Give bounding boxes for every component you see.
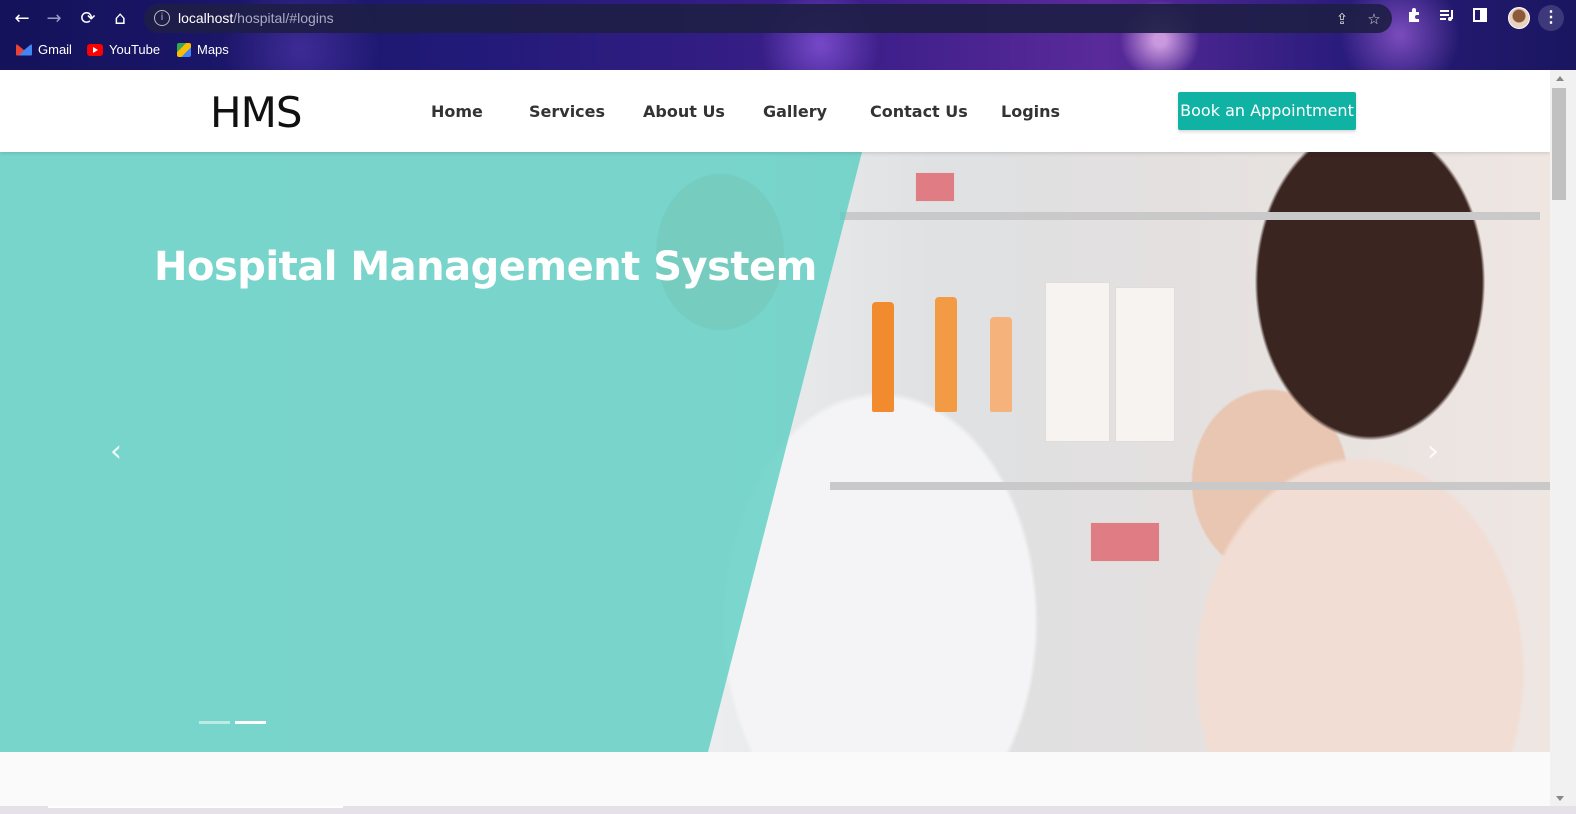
address-url[interactable]: localhost/hospital/#logins bbox=[178, 10, 334, 26]
product-box bbox=[915, 172, 955, 202]
extensions-puzzle-icon[interactable] bbox=[1403, 7, 1425, 29]
content-section bbox=[0, 752, 1550, 814]
hero-title: Hospital Management System bbox=[154, 244, 817, 290]
nav-about-us[interactable]: About Us bbox=[643, 102, 725, 121]
shelf bbox=[830, 482, 1550, 490]
gmail-icon bbox=[16, 43, 32, 56]
site-logo[interactable]: HMS bbox=[210, 92, 302, 134]
nav-contact-us[interactable]: Contact Us bbox=[870, 102, 968, 121]
carousel-prev-icon[interactable]: ‹ bbox=[101, 437, 131, 467]
scroll-up-icon[interactable] bbox=[1556, 76, 1564, 81]
page-viewport: HMS Home Services About Us Gallery Conta… bbox=[0, 70, 1550, 814]
scroll-thumb[interactable] bbox=[1552, 88, 1566, 200]
carousel-indicator-1[interactable] bbox=[199, 721, 230, 724]
taskbar-highlight bbox=[48, 806, 343, 808]
hero-carousel: Hospital Management System ‹ › bbox=[0, 152, 1550, 752]
bookmark-label: Gmail bbox=[38, 42, 72, 57]
side-panel-icon[interactable] bbox=[1469, 7, 1491, 29]
product-box bbox=[1115, 287, 1175, 442]
shelf bbox=[840, 212, 1540, 220]
window-bottom-edge bbox=[0, 806, 1576, 814]
bottle bbox=[872, 302, 894, 412]
nav-logins[interactable]: Logins bbox=[1001, 102, 1060, 121]
bookmark-label: YouTube bbox=[109, 42, 161, 57]
media-control-icon[interactable] bbox=[1436, 7, 1458, 29]
site-info-icon[interactable]: i bbox=[154, 10, 170, 26]
bookmark-maps[interactable]: Maps bbox=[177, 42, 229, 57]
media-icon bbox=[1440, 10, 1453, 21]
bookmark-label: Maps bbox=[197, 42, 229, 57]
bottle bbox=[990, 317, 1012, 412]
bookmark-gmail[interactable]: Gmail bbox=[16, 42, 72, 57]
page-scrollbar[interactable] bbox=[1550, 70, 1576, 814]
nav-gallery[interactable]: Gallery bbox=[763, 102, 827, 121]
bookmark-star-icon[interactable]: ☆ bbox=[1364, 9, 1384, 29]
url-path: /hospital/#logins bbox=[233, 10, 334, 26]
carousel-indicator-2[interactable] bbox=[235, 721, 266, 724]
bottle bbox=[935, 297, 957, 412]
url-host: localhost bbox=[178, 10, 234, 26]
product-box bbox=[1045, 282, 1110, 442]
nav-home[interactable]: Home bbox=[431, 102, 483, 121]
puzzle-icon bbox=[1409, 8, 1419, 22]
profile-avatar[interactable] bbox=[1508, 7, 1530, 29]
share-icon[interactable]: ⇪ bbox=[1332, 9, 1352, 29]
forward-button[interactable]: → bbox=[42, 7, 66, 31]
product-box bbox=[1090, 522, 1160, 562]
home-button[interactable]: ⌂ bbox=[108, 7, 132, 31]
nav-services[interactable]: Services bbox=[529, 102, 605, 121]
browser-menu-icon[interactable]: ⋮ bbox=[1538, 5, 1564, 31]
youtube-icon bbox=[87, 43, 103, 56]
scroll-down-icon[interactable] bbox=[1556, 796, 1564, 801]
carousel-next-icon[interactable]: › bbox=[1418, 437, 1448, 467]
sidebar-icon bbox=[1473, 8, 1487, 22]
site-header: HMS Home Services About Us Gallery Conta… bbox=[0, 70, 1550, 152]
reload-button[interactable]: ⟳ bbox=[76, 7, 100, 31]
browser-chrome: ← → ⟳ ⌂ i localhost/hospital/#logins ⇪ ☆… bbox=[0, 0, 1576, 70]
back-button[interactable]: ← bbox=[10, 7, 34, 31]
book-appointment-button[interactable]: Book an Appointment bbox=[1178, 92, 1356, 130]
bookmark-youtube[interactable]: YouTube bbox=[87, 42, 160, 57]
maps-icon bbox=[177, 42, 191, 57]
address-bar[interactable]: i localhost/hospital/#logins ⇪ ☆ bbox=[144, 4, 1392, 33]
